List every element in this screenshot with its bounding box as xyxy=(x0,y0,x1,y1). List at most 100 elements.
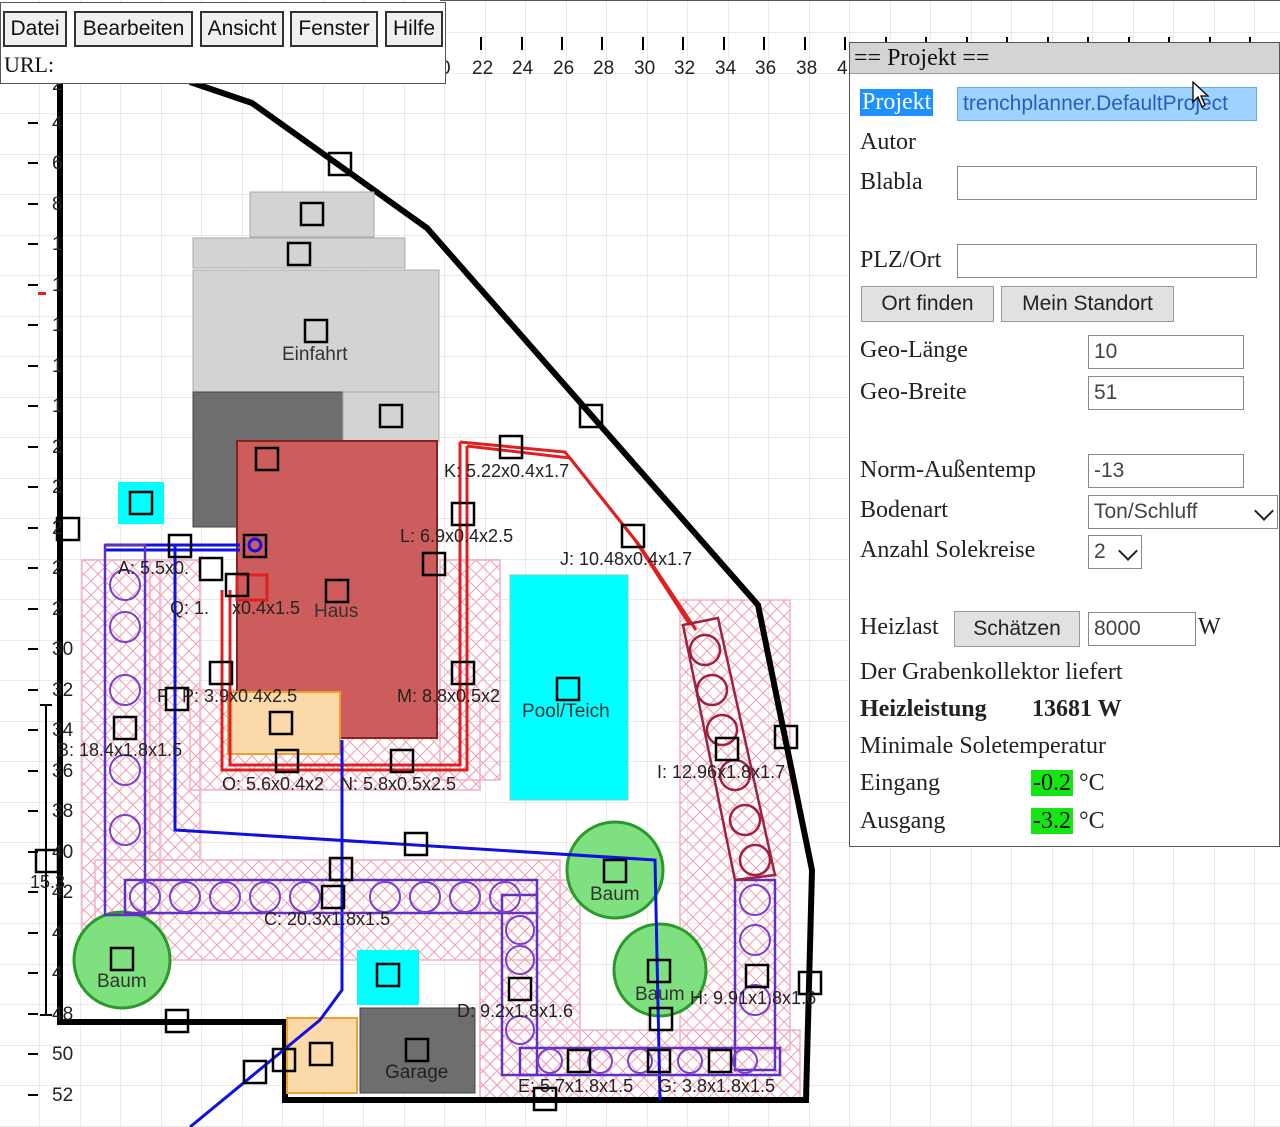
garage-label: Garage xyxy=(385,1062,449,1083)
marker-cyan-1[interactable] xyxy=(118,482,164,524)
trench-q-label: Q: 1. xyxy=(170,598,210,618)
top-ruler-label: 32 xyxy=(674,58,696,79)
left-ruler-label: 1 xyxy=(52,275,63,296)
tree-label: Baum xyxy=(635,984,685,1005)
trench-c-label: C: 20.3x1.8x1.5 xyxy=(264,909,391,929)
min-sole-text: Minimale Soletemperatur xyxy=(860,733,1106,759)
left-ruler-label: 1 xyxy=(52,396,63,417)
left-ruler-label: 2 xyxy=(52,518,63,539)
left-ruler-label: 38 xyxy=(52,801,74,822)
eingang-unit: °C xyxy=(1079,770,1105,796)
projekt-input[interactable]: trenchplanner.DefaultProject xyxy=(957,87,1257,121)
menu-bearbeiten[interactable]: Bearbeiten xyxy=(74,11,193,47)
eingang-value: -0.2 xyxy=(1031,770,1073,796)
left-ruler-label: 48 xyxy=(52,1004,74,1025)
bodenart-label: Bodenart xyxy=(860,497,948,523)
trench-j-label: J: 10.48x0.4x1.7 xyxy=(560,549,693,569)
trench-i-label: I: 12.96x1.8x1.7 xyxy=(657,762,786,782)
trench-k-label: K: 5.22x0.4x1.7 xyxy=(444,461,570,481)
geo-breite-input[interactable]: 51 xyxy=(1088,376,1244,410)
pool-label: Pool/Teich xyxy=(522,701,610,722)
url-label: URL: xyxy=(4,52,55,77)
chevron-down-icon xyxy=(1254,501,1274,521)
ausgang-value: -3.2 xyxy=(1031,808,1073,834)
left-ruler-label: 4 xyxy=(52,923,63,944)
heizlast-unit: W xyxy=(1198,614,1221,640)
tree-3[interactable] xyxy=(72,910,172,1010)
plz-label: PLZ/Ort xyxy=(860,247,942,273)
chevron-down-icon xyxy=(1118,541,1138,561)
menu-fenster[interactable]: Fenster xyxy=(290,11,378,47)
geo-laenge-input[interactable]: 10 xyxy=(1088,335,1244,369)
trench-a-label: A: 5.5x0. xyxy=(118,558,190,578)
plz-input[interactable] xyxy=(957,244,1257,278)
trench-m-label: M: 8.8x0.5x2 xyxy=(397,686,501,706)
left-ruler-label: 50 xyxy=(52,1044,74,1065)
mouse-cursor-icon xyxy=(1192,81,1210,108)
panel-titlebar[interactable]: == Projekt == xyxy=(850,43,1279,74)
left-ruler-label: 2 xyxy=(52,558,63,579)
ort-finden-button[interactable]: Ort finden xyxy=(861,286,994,322)
left-ruler-label: 30 xyxy=(52,639,74,660)
menu-hilfe[interactable]: Hilfe xyxy=(385,11,443,47)
tree-label: Baum xyxy=(97,971,147,992)
heizlast-input[interactable]: 8000 xyxy=(1088,612,1196,646)
top-ruler-label: 22 xyxy=(472,58,494,79)
left-ruler-label: 2 xyxy=(52,599,63,620)
menu-datei[interactable]: Datei xyxy=(3,11,67,47)
left-ruler-label: 32 xyxy=(52,680,74,701)
heizlast-label: Heizlast xyxy=(860,614,939,640)
top-ruler-label: 28 xyxy=(593,58,615,79)
trench-b-label: B: 18.4x1.8x1.5 xyxy=(57,740,183,760)
left-ruler-label: 4 xyxy=(52,113,63,134)
ruler-marker xyxy=(38,292,46,295)
menu-panel: Datei Bearbeiten Ansicht Fenster Hilfe U… xyxy=(0,2,446,84)
schaetzen-button[interactable]: Schätzen xyxy=(954,611,1080,647)
driveway-einfahrt[interactable] xyxy=(192,269,440,393)
driveway-block-top[interactable] xyxy=(249,191,375,238)
heizleistung-value: 13681 W xyxy=(1032,696,1122,722)
heizleistung-label: Heizleistung xyxy=(860,696,987,722)
projekt-label: Projekt xyxy=(860,89,934,116)
garage-terrace[interactable] xyxy=(286,1017,358,1094)
norm-temp-input[interactable]: -13 xyxy=(1088,454,1244,488)
ausgang-unit: °C xyxy=(1079,808,1105,834)
panel-title: == Projekt == xyxy=(854,45,990,71)
left-ruler-label: 2 xyxy=(52,477,63,498)
geo-laenge-label: Geo-Länge xyxy=(860,337,968,363)
norm-temp-label: Norm-Außentemp xyxy=(860,457,1036,483)
left-ruler-label: 8 xyxy=(52,194,63,215)
mein-standort-button[interactable]: Mein Standort xyxy=(1001,286,1174,322)
top-ruler-label: 26 xyxy=(553,58,575,79)
trench-f-label: F xyxy=(157,686,168,706)
autor-label: Autor xyxy=(860,129,916,155)
top-ruler-label: 36 xyxy=(755,58,777,79)
driveway-side[interactable] xyxy=(342,391,440,443)
scale-value: 15.3 xyxy=(30,872,66,892)
liefert-text: Der Grabenkollektor liefert xyxy=(860,659,1123,685)
pool[interactable] xyxy=(509,574,629,801)
left-ruler-label: 2 xyxy=(52,437,63,458)
einfahrt-label: Einfahrt xyxy=(282,344,348,365)
trench-n-label: N: 5.8x0.5x2.5 xyxy=(340,774,457,794)
top-ruler-label: 30 xyxy=(634,58,656,79)
trench-g-label: G: 3.8x1.8x1.5 xyxy=(658,1076,776,1096)
trench-d-label: D: 9.2x1.8x1.6 xyxy=(457,1001,574,1021)
menu-ansicht[interactable]: Ansicht xyxy=(200,11,284,47)
left-ruler-label: 34 xyxy=(52,720,74,741)
marker-cyan-2[interactable] xyxy=(357,950,419,1005)
blabla-input[interactable] xyxy=(957,166,1257,200)
left-ruler-label: 4 xyxy=(52,963,63,984)
left-ruler-label: 1 xyxy=(52,234,63,255)
blabla-label: Blabla xyxy=(860,169,923,195)
solekreise-value: 2 xyxy=(1094,540,1106,563)
bodenart-select[interactable]: Ton/Schluff xyxy=(1088,495,1278,529)
trench-h-label: H: 9.91x1.8x1.6 xyxy=(690,988,817,1008)
left-ruler-label: 40 xyxy=(52,842,74,863)
solekreise-select[interactable]: 2 xyxy=(1088,535,1142,569)
haus-label: Haus xyxy=(314,601,359,622)
top-ruler-label: 24 xyxy=(512,58,534,79)
left-ruler-label: 52 xyxy=(52,1085,74,1106)
trench-o-label: O: 5.6x0.4x2 xyxy=(222,774,325,794)
ausgang-label: Ausgang xyxy=(860,808,946,834)
